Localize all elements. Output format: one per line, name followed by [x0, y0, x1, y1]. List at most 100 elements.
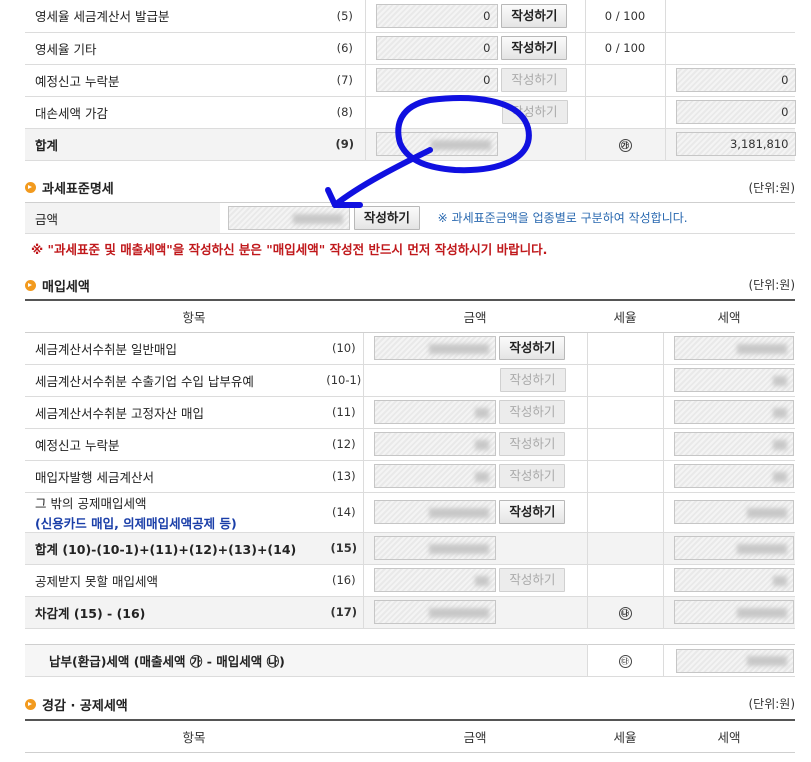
tax-field[interactable] [673, 500, 794, 524]
row-code: (12) [325, 428, 364, 461]
row-code: (10) [325, 332, 364, 365]
table-row: 금액 작성하기 ※ 과세표준금액을 업종별로 구분하여 작성합니다. [25, 202, 795, 234]
table-row: 공제받지 못할 매입세액 (16) 작성하기 [25, 564, 796, 597]
tax-base-table: 금액 작성하기 ※ 과세표준금액을 업종별로 구분하여 작성합니다. [25, 202, 795, 234]
tax-field[interactable] [673, 464, 794, 488]
tax-field[interactable] [673, 432, 794, 456]
purchase-table-section: 항목 금액 세율 세액 세금계산서수취분 일반매입 (10) 작성하기 세금계산… [25, 299, 796, 629]
write-button[interactable]: 작성하기 [501, 36, 568, 60]
table-row: 영세율 기타 (6) 0 작성하기 0 / 100 [25, 32, 795, 65]
col-header-item: 항목 [25, 719, 363, 753]
write-button[interactable]: 작성하기 [499, 336, 566, 360]
hint-text: ※ 과세표준금액을 업종별로 구분하여 작성합니다. [437, 210, 688, 225]
tax-field[interactable] [673, 400, 794, 424]
unit-label: (단위:원) [748, 181, 795, 195]
mark-da: ㉰ [618, 655, 632, 668]
rate-text: 0 / 100 [584, 32, 665, 65]
tax-field[interactable] [673, 568, 794, 592]
table-row: 그 밖의 공제매입세액 (신용카드 매입, 의제매입세액공제 등) (14) 작… [25, 492, 796, 533]
row-label: 영세율 세금계산서 발급분 [25, 0, 325, 33]
row-label: 영세율 기타 [25, 32, 325, 65]
table-row: 예정신고 누락분 (12) 작성하기 [25, 428, 796, 461]
col-header-rate: 세율 [587, 719, 663, 753]
unit-label: (단위:원) [748, 697, 795, 711]
row-code: (14) [325, 492, 364, 533]
amount-field[interactable] [373, 536, 496, 560]
bullet-icon [25, 182, 36, 193]
payable-tax-field[interactable] [675, 648, 794, 673]
section-title-purchase: 매입세액 [25, 276, 90, 295]
col-header-amount: 금액 [363, 719, 587, 753]
row-label: 합계 [25, 128, 325, 161]
write-button[interactable]: 작성하기 [501, 68, 568, 92]
row-code: (13) [325, 460, 364, 493]
tax-field[interactable] [673, 368, 794, 392]
write-button[interactable]: 작성하기 [499, 464, 566, 488]
tax-field[interactable] [673, 336, 794, 360]
row-label-cell: 그 밖의 공제매입세액 (신용카드 매입, 의제매입세액공제 등) [25, 492, 325, 533]
sales-table: 영세율 세금계산서 발급분 (5) 0 작성하기 0 / 100 영세율 기타 … [25, 0, 796, 161]
tax-field[interactable]: 3,181,810 [675, 132, 796, 156]
row-code: (16) [325, 564, 364, 597]
write-button[interactable]: 작성하기 [353, 206, 420, 230]
table-header-row: 항목 금액 세율 세액 [25, 719, 795, 753]
row-code: (6) [325, 32, 365, 65]
row-label: 대손세액 가감 [25, 96, 325, 129]
amount-field[interactable] [373, 600, 496, 624]
table-row: 세금계산서수취분 일반매입 (10) 작성하기 [25, 332, 796, 365]
purchase-table: 항목 금액 세율 세액 세금계산서수취분 일반매입 (10) 작성하기 세금계산… [25, 299, 796, 629]
row-label: 공제받지 못할 매입세액 [25, 564, 325, 597]
write-button[interactable]: 작성하기 [499, 368, 566, 392]
write-button[interactable]: 작성하기 [499, 432, 566, 456]
payable-table: 납부(환급)세액 (매출세액 ㉮ - 매입세액 ㉯) ㉰ [25, 644, 795, 677]
row-label: 세금계산서수취분 고정자산 매입 [25, 396, 325, 429]
amount-field[interactable]: 0 [375, 68, 498, 92]
bullet-icon [25, 699, 36, 710]
amount-field[interactable] [375, 132, 498, 156]
row-code: (9) [325, 128, 365, 161]
write-button[interactable]: 작성하기 [499, 400, 566, 424]
tax-field[interactable] [673, 536, 794, 560]
amount-field[interactable]: 0 [375, 3, 498, 28]
tax-base-amount-field[interactable] [228, 206, 350, 230]
table-row: 세금계산서수취분 고정자산 매입 (11) 작성하기 [25, 396, 796, 429]
col-header-tax: 세액 [663, 299, 796, 333]
write-button[interactable]: 작성하기 [499, 500, 566, 524]
amount-field[interactable] [373, 568, 496, 592]
table-row-total: 차감계 (15) - (16) (17) ㉯ [25, 596, 796, 629]
reduction-table-section: 항목 금액 세율 세액 [25, 719, 795, 753]
table-row-total: 합계 (9) ㉮ 3,181,810 [25, 128, 796, 161]
row-label: 차감계 (15) - (16) [25, 596, 325, 629]
row-label: 그 밖의 공제매입세액 [35, 495, 147, 511]
write-button[interactable]: 작성하기 [501, 3, 568, 28]
row-code: (15) [325, 532, 364, 565]
amount-label: 금액 [25, 202, 220, 234]
notice-text: ※ "과세표준 및 매출세액"을 작성하신 분은 "매입세액" 작성전 반드시 … [31, 242, 548, 257]
table-row: 매입자발행 세금계산서 (13) 작성하기 [25, 460, 796, 493]
tax-field[interactable]: 0 [675, 68, 796, 92]
table-row-total: 합계 (10)-(10-1)+(11)+(12)+(13)+(14) (15) [25, 532, 796, 565]
section-title-text: 경감 · 공제세액 [42, 699, 128, 714]
tax-field[interactable]: 0 [675, 100, 796, 124]
amount-field[interactable] [373, 500, 496, 524]
payable-section: 납부(환급)세액 (매출세액 ㉮ - 매입세액 ㉯) ㉰ [25, 644, 795, 677]
row-label: 세금계산서수취분 일반매입 [25, 332, 325, 365]
table-row: 예정신고 누락분 (7) 0 작성하기 0 [25, 64, 796, 97]
row-code: (10-1) [325, 364, 364, 397]
write-button[interactable]: 작성하기 [499, 568, 566, 592]
section-title-text: 과세표준명세 [42, 182, 114, 197]
write-button[interactable]: 작성하기 [501, 100, 568, 124]
row-label: 세금계산서수취분 수출기업 수입 납부유예 [25, 364, 325, 397]
reduction-table: 항목 금액 세율 세액 [25, 719, 795, 753]
row-code: (5) [325, 0, 365, 33]
amount-field[interactable] [373, 464, 496, 488]
mark-na: ㉯ [618, 606, 632, 620]
amount-field[interactable] [373, 400, 496, 424]
amount-field[interactable]: 0 [375, 36, 498, 60]
tax-field[interactable] [673, 600, 794, 624]
row-code: (8) [325, 96, 365, 129]
amount-field[interactable] [373, 432, 496, 456]
mark-ga: ㉮ [618, 138, 632, 152]
bullet-icon [25, 280, 36, 291]
amount-field[interactable] [373, 336, 496, 360]
